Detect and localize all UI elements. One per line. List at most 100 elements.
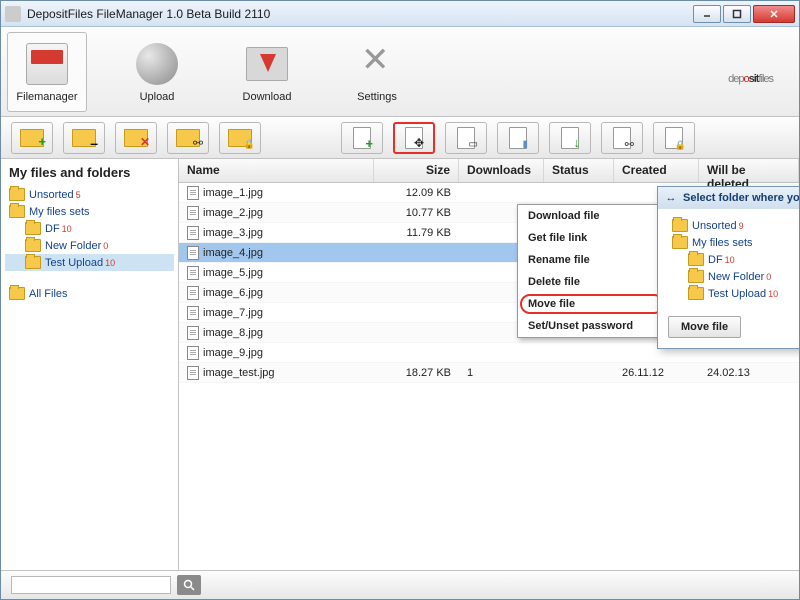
context-menu-item[interactable]: Delete file [518, 271, 666, 293]
cell-downloads: 1 [459, 367, 544, 379]
table-row[interactable]: image_test.jpg 18.27 KB 1 26.11.12 24.02… [179, 363, 799, 383]
delete-file-button[interactable] [497, 122, 539, 154]
window-controls [693, 5, 795, 23]
file-icon [187, 226, 199, 240]
folder-link-icon [176, 129, 200, 147]
delete-folder-button[interactable] [115, 122, 157, 154]
folder-icon [9, 287, 25, 300]
file-link-button[interactable] [601, 122, 643, 154]
context-menu-item[interactable]: Move file [518, 293, 666, 315]
context-menu-item[interactable]: Download file [518, 205, 666, 227]
tab-upload[interactable]: Upload [117, 32, 197, 112]
sidebar: My files and folders Unsorted5 My files s… [1, 159, 179, 570]
file-link-icon [613, 127, 631, 149]
rename-folder-button[interactable] [63, 122, 105, 154]
dialog-title: Select folder where you want to move fil… [683, 192, 799, 204]
folder-icon [688, 270, 704, 283]
tab-label: Settings [357, 91, 397, 103]
folder-icon [672, 236, 688, 249]
count-badge: 0 [103, 241, 108, 251]
file-icon [187, 286, 199, 300]
maximize-button[interactable] [723, 5, 751, 23]
tree-label: Test Upload [708, 288, 766, 300]
minimize-button[interactable] [693, 5, 721, 23]
new-folder-button[interactable] [11, 122, 53, 154]
col-size[interactable]: Size [374, 159, 459, 182]
sidebar-item[interactable]: Test Upload10 [5, 254, 174, 271]
file-list: Name Size Downloads Status Created Will … [179, 159, 799, 570]
file-icon [187, 206, 199, 220]
sidebar-item[interactable]: My files sets [5, 203, 174, 220]
file-icon [187, 326, 199, 340]
folder-icon [25, 256, 41, 269]
tree-label: My files sets [29, 206, 90, 218]
tab-filemanager[interactable]: Filemanager [7, 32, 87, 112]
file-move-icon [405, 127, 423, 149]
sidebar-item[interactable]: Unsorted5 [5, 186, 174, 203]
cell-name: image_9.jpg [179, 346, 374, 360]
move-file-confirm-button[interactable]: Move file [668, 316, 741, 338]
folder-minus-icon [72, 129, 96, 147]
rename-file-button[interactable] [445, 122, 487, 154]
download-file-button[interactable] [549, 122, 591, 154]
dialog-tree-item[interactable]: Unsorted9 [668, 217, 799, 234]
file-plus-icon [353, 127, 371, 149]
col-created[interactable]: Created [614, 159, 699, 182]
col-deleted[interactable]: Will be deleted [699, 159, 799, 182]
context-menu-item[interactable]: Set/Unset password [518, 315, 666, 337]
col-name[interactable]: Name [179, 159, 374, 182]
tree-label: My files sets [692, 237, 753, 249]
file-icon [187, 266, 199, 280]
context-menu-item[interactable]: Rename file [518, 249, 666, 271]
cell-created: 26.11.12 [614, 367, 699, 379]
file-delete-icon [509, 127, 527, 149]
close-button[interactable] [753, 5, 795, 23]
file-lock-button[interactable] [653, 122, 695, 154]
cell-size: 18.27 KB [374, 367, 459, 379]
file-icon [187, 366, 199, 380]
col-downloads[interactable]: Downloads [459, 159, 544, 182]
file-rename-icon [457, 127, 475, 149]
cell-name: image_1.jpg [179, 186, 374, 200]
file-icon [187, 186, 199, 200]
main-toolbar: FilemanagerUploadDownloadSettings deposi… [1, 27, 799, 117]
count-badge: 10 [725, 255, 735, 265]
search-button[interactable] [177, 575, 201, 595]
cell-size: 11.79 KB [374, 227, 459, 239]
col-status[interactable]: Status [544, 159, 614, 182]
titlebar: DepositFiles FileManager 1.0 Beta Build … [1, 1, 799, 27]
search-icon [183, 579, 195, 591]
dialog-titlebar: ↔ Select folder where you want to move f… [658, 187, 799, 209]
sidebar-title: My files and folders [5, 165, 174, 180]
move-file-button[interactable] [393, 122, 435, 154]
sidebar-item[interactable]: DF10 [5, 220, 174, 237]
dialog-tree-item[interactable]: New Folder0 [668, 268, 799, 285]
search-input[interactable] [11, 576, 171, 594]
cell-name: image_test.jpg [179, 366, 374, 380]
move-icon: ↔ [664, 191, 678, 205]
move-file-dialog: ↔ Select folder where you want to move f… [657, 186, 799, 349]
dialog-tree-item[interactable]: DF10 [668, 251, 799, 268]
sidebar-item-allfiles[interactable]: All Files [5, 285, 174, 302]
folder-lock-button[interactable] [219, 122, 261, 154]
tab-label: Upload [140, 91, 175, 103]
tab-settings[interactable]: Settings [337, 32, 417, 112]
dialog-tree-item[interactable]: My files sets [668, 234, 799, 251]
file-download-icon [561, 127, 579, 149]
tab-download[interactable]: Download [227, 32, 307, 112]
context-menu-item[interactable]: Get file link [518, 227, 666, 249]
cell-name: image_3.jpg [179, 226, 374, 240]
globe-icon [133, 40, 181, 88]
file-lock-icon [665, 127, 683, 149]
new-file-button[interactable] [341, 122, 383, 154]
tab-label: Filemanager [16, 91, 77, 103]
tree-label: Unsorted [29, 189, 74, 201]
cell-name: image_7.jpg [179, 306, 374, 320]
cell-deleted: 24.02.13 [699, 367, 799, 379]
folder-icon [25, 239, 41, 252]
folder-link-button[interactable] [167, 122, 209, 154]
sidebar-item[interactable]: New Folder0 [5, 237, 174, 254]
dialog-tree-item[interactable]: Test Upload10 [668, 285, 799, 302]
tree-label: Unsorted [692, 220, 737, 232]
folder-icon [9, 188, 25, 201]
